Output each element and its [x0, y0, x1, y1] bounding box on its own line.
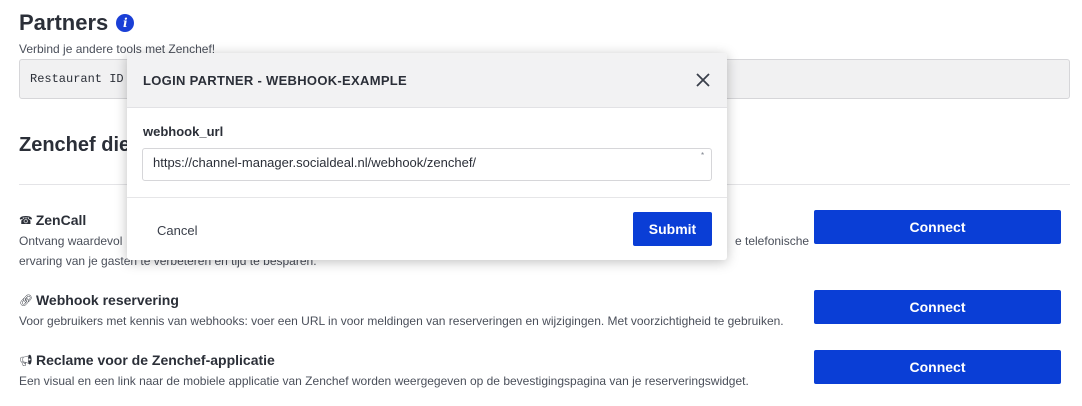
cancel-button[interactable]: Cancel: [143, 213, 211, 247]
service-desc-reclame: Een visual en een link naar de mobiele a…: [19, 374, 749, 388]
service-title-reclame: 📢︎ Reclame voor de Zenchef-applicatie: [19, 352, 275, 368]
modal-divider: [127, 197, 727, 198]
webhook-url-input[interactable]: https://channel-manager.socialdeal.nl/we…: [142, 148, 712, 181]
modal-title: LOGIN PARTNER - WEBHOOK-EXAMPLE: [143, 73, 407, 88]
service-desc-webhook: Voor gebruikers met kennis van webhooks:…: [19, 314, 784, 328]
submit-button[interactable]: Submit: [633, 212, 712, 246]
service-desc-zencall-line1-tail: e telefonische: [735, 234, 810, 248]
required-marker: *: [701, 151, 705, 160]
login-partner-modal: LOGIN PARTNER - WEBHOOK-EXAMPLE webhook_…: [127, 53, 727, 260]
section-title: Zenchef die: [19, 134, 131, 156]
close-icon[interactable]: [693, 70, 713, 90]
megaphone-icon: 📢︎: [19, 354, 33, 367]
page-title: Partners i: [19, 10, 135, 36]
info-icon[interactable]: i: [116, 14, 135, 32]
service-desc-zencall-line1: Ontvang waardevol: [19, 234, 123, 248]
link-icon: 🔗︎: [19, 294, 33, 307]
service-title-text: Webhook reservering: [35, 292, 179, 308]
connect-button-webhook[interactable]: Connect: [814, 290, 1061, 324]
service-title-zencall: ☎ ZenCall: [19, 212, 86, 228]
connect-button-reclame[interactable]: Connect: [814, 350, 1061, 384]
connect-button-zencall[interactable]: Connect: [814, 210, 1061, 244]
modal-header: LOGIN PARTNER - WEBHOOK-EXAMPLE: [127, 53, 727, 108]
service-title-webhook: 🔗︎ Webhook reservering: [19, 292, 179, 308]
webhook-url-label: webhook_url: [143, 124, 224, 139]
phone-icon: ☎: [19, 214, 33, 227]
service-title-text: ZenCall: [35, 212, 87, 228]
page-title-text: Partners: [19, 10, 109, 35]
service-title-text: Reclame voor de Zenchef-applicatie: [35, 352, 275, 368]
